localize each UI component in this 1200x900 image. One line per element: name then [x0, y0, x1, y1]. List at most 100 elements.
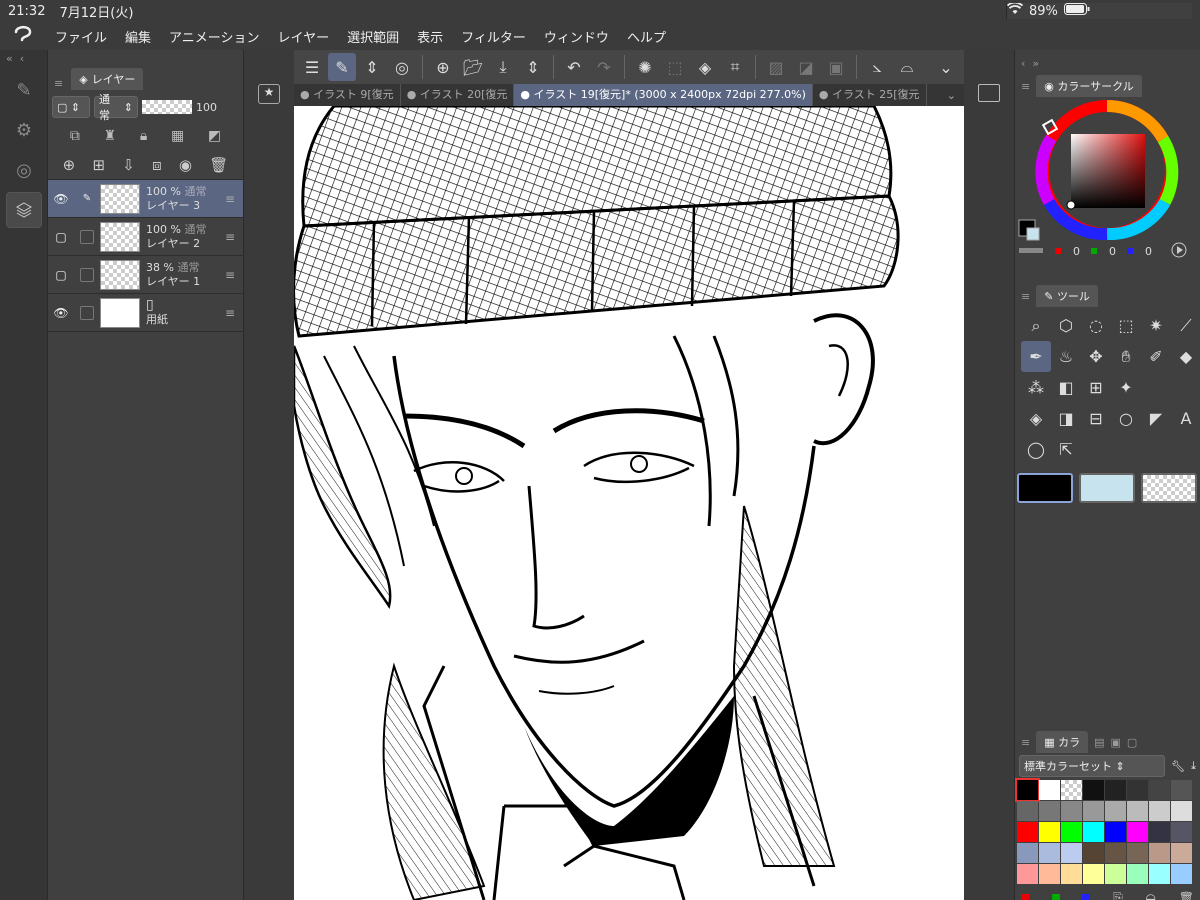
- artwork-sketch[interactable]: [294, 106, 964, 900]
- new-canvas-icon[interactable]: ⊕: [429, 53, 457, 81]
- palette-swatch[interactable]: [1039, 801, 1060, 821]
- palette-swatch[interactable]: [1127, 843, 1148, 863]
- grid-figure-icon[interactable]: ⊞: [1081, 372, 1111, 403]
- opacity-slider[interactable]: [142, 100, 192, 114]
- favorite-star-icon[interactable]: ★: [258, 84, 280, 104]
- undo-icon[interactable]: ↶: [560, 53, 588, 81]
- transfer-layer-icon[interactable]: ⇩: [122, 156, 135, 174]
- stepper2-icon[interactable]: ⇕: [519, 53, 547, 81]
- decoration-icon[interactable]: ⁂: [1021, 372, 1051, 403]
- menu-filter[interactable]: フィルター: [452, 27, 535, 46]
- wrench-icon[interactable]: 🔧︎: [1171, 760, 1185, 773]
- merge-layer-icon[interactable]: ⧈: [152, 156, 162, 174]
- palette-swatch[interactable]: [1105, 843, 1126, 863]
- palette-swatch[interactable]: [1149, 843, 1170, 863]
- new-folder-icon[interactable]: ⊞: [92, 156, 105, 174]
- panel-menu-icon[interactable]: ≡: [1021, 290, 1030, 303]
- delete-layer-icon[interactable]: 🗑︎: [209, 156, 228, 174]
- green-value[interactable]: 0: [1109, 245, 1116, 258]
- layer-menu-icon[interactable]: ≡: [225, 192, 243, 206]
- layer-checkbox[interactable]: [80, 305, 94, 320]
- palette-swatch[interactable]: [1061, 843, 1082, 863]
- navigator-tab-icon[interactable]: ▢: [1127, 736, 1137, 749]
- redo-icon[interactable]: ↷: [590, 53, 618, 81]
- menu-file[interactable]: ファイル: [46, 27, 116, 46]
- palette-swatch[interactable]: [1017, 864, 1038, 884]
- layer-mask-icon[interactable]: ◉: [179, 156, 192, 174]
- tab-layer[interactable]: ◈ レイヤー: [71, 68, 144, 90]
- menu-view[interactable]: 表示: [408, 27, 452, 46]
- palette-swatch[interactable]: [1127, 780, 1148, 800]
- chevron-down-icon[interactable]: ⌄: [932, 53, 960, 81]
- drawing-canvas[interactable]: [294, 106, 964, 900]
- palette-swatch[interactable]: [1105, 780, 1126, 800]
- object-icon[interactable]: ⬡: [1051, 310, 1081, 341]
- blend-mode-select[interactable]: 通常 ⇕: [94, 93, 138, 122]
- palette-swatch[interactable]: [1171, 843, 1192, 863]
- clear-outside-icon[interactable]: ▨: [762, 53, 790, 81]
- palette-swatch[interactable]: [1127, 801, 1148, 821]
- auto-select-icon[interactable]: ✷: [1141, 310, 1171, 341]
- text-icon[interactable]: A: [1171, 403, 1200, 434]
- pen-icon[interactable]: ✒: [1021, 341, 1051, 372]
- hamburger-menu-icon[interactable]: ☰: [298, 53, 326, 81]
- palette-swatch[interactable]: [1039, 822, 1060, 842]
- zoom-icon[interactable]: ⌕: [1021, 310, 1051, 341]
- frame-icon[interactable]: ⊟: [1081, 403, 1111, 434]
- palette-swatch[interactable]: [1061, 864, 1082, 884]
- palette-swatch[interactable]: [1105, 864, 1126, 884]
- menu-animation[interactable]: アニメーション: [160, 27, 268, 46]
- palette-swatch[interactable]: [1127, 864, 1148, 884]
- collapse-chevrons-icon[interactable]: ‹ »: [1021, 57, 1039, 70]
- layer-checkbox[interactable]: [80, 267, 94, 282]
- panel-menu-icon[interactable]: ≡: [1021, 736, 1030, 749]
- layer-menu-icon[interactable]: ≡: [225, 306, 243, 320]
- red-value[interactable]: 0: [1073, 245, 1080, 258]
- fill-icon[interactable]: ◈: [691, 53, 719, 81]
- loading-icon[interactable]: ✺: [631, 53, 659, 81]
- layer-row[interactable]: 👁︎ ▯ 用紙 ≡: [48, 294, 243, 332]
- palette-swatch[interactable]: [1017, 822, 1038, 842]
- eye-hidden-icon[interactable]: ▢: [48, 230, 74, 244]
- timeline-icon[interactable]: [978, 84, 1000, 102]
- palette-swatch[interactable]: [1017, 801, 1038, 821]
- tabs-dropdown-icon[interactable]: ⌄: [939, 89, 964, 102]
- marker-icon[interactable]: ◆: [1171, 341, 1200, 372]
- layer-row[interactable]: 👁︎ ✎ 100 % 通常 レイヤー 3 ≡: [48, 180, 243, 218]
- sub-tool-pen-icon[interactable]: ✎: [6, 72, 42, 108]
- brush-pot-icon[interactable]: ⌓: [893, 53, 921, 81]
- history-tab-icon[interactable]: ▤: [1094, 736, 1104, 749]
- mask-toggle-icon[interactable]: ◩: [208, 128, 221, 144]
- palette-swatch[interactable]: [1171, 801, 1192, 821]
- eye-icon[interactable]: 👁︎: [48, 192, 74, 206]
- palette-swatch[interactable]: [1171, 864, 1192, 884]
- palette-swatch[interactable]: [1083, 822, 1104, 842]
- tab-tool[interactable]: ✎ ツール: [1036, 285, 1098, 307]
- sparkle-icon[interactable]: ✦: [1111, 372, 1141, 403]
- eyedropper-icon[interactable]: ⟋: [1171, 310, 1200, 341]
- add-red-icon[interactable]: [1021, 893, 1029, 900]
- save-icon[interactable]: ⤓: [489, 53, 517, 81]
- palette-swatch[interactable]: [1149, 822, 1170, 842]
- tab-color-set[interactable]: ▦ カラ: [1036, 731, 1089, 753]
- palette-swatch[interactable]: [1039, 843, 1060, 863]
- doc-tab[interactable]: ● イラスト 25[復元: [813, 84, 927, 106]
- balloon-icon[interactable]: ◯: [1021, 434, 1051, 465]
- palette-swatch[interactable]: [1083, 864, 1104, 884]
- layer-checkbox[interactable]: [80, 229, 94, 244]
- invert-selection-icon[interactable]: ◪: [792, 53, 820, 81]
- ruler-icon[interactable]: ⦣: [863, 53, 891, 81]
- select-all-icon[interactable]: ⬚: [661, 53, 689, 81]
- app-logo-icon[interactable]: [0, 23, 46, 50]
- menu-layer[interactable]: レイヤー: [269, 27, 339, 46]
- open-folder-icon[interactable]: 📂︎: [459, 53, 487, 81]
- add-green-icon[interactable]: [1051, 893, 1060, 900]
- hide-selection-icon[interactable]: ▣: [822, 53, 850, 81]
- layers-rail-icon[interactable]: [6, 192, 42, 228]
- eraser-icon[interactable]: ◧: [1051, 372, 1081, 403]
- palette-swatch[interactable]: [1015, 778, 1040, 802]
- palette-swatch[interactable]: [1149, 780, 1170, 800]
- fill-drop-icon[interactable]: ◒: [1146, 891, 1156, 900]
- new-raster-layer-icon[interactable]: ⊕: [63, 156, 76, 174]
- lock-layer-icon[interactable]: 🔒︎: [140, 128, 147, 144]
